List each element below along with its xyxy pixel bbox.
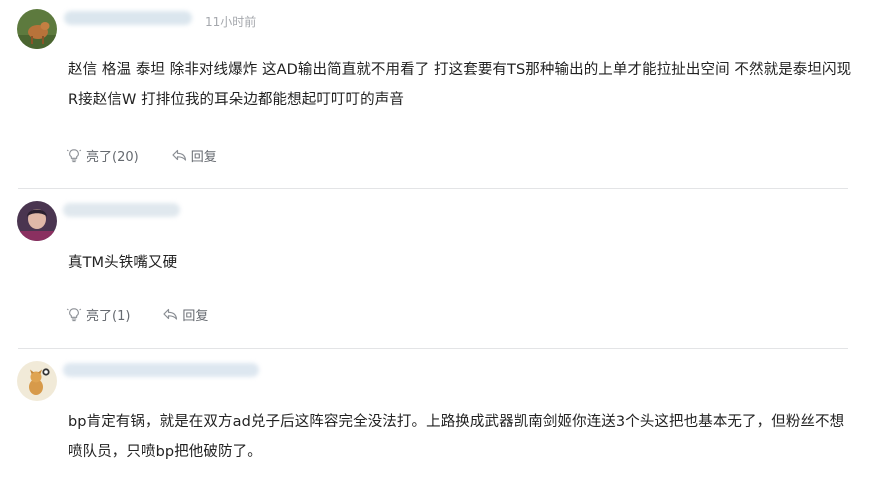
lightbulb-icon: [66, 306, 82, 322]
reply-button[interactable]: 回复: [171, 146, 217, 165]
avatar-image: [17, 201, 57, 241]
divider: [18, 348, 848, 349]
like-button[interactable]: 亮了(1): [66, 305, 130, 324]
like-button[interactable]: 亮了(20): [66, 146, 139, 165]
comment-list: 11小时前 赵信 格温 泰坦 除非对线爆炸 这AD输出简直就不用看了 打这套要有…: [0, 0, 873, 491]
comment-actions: 亮了(20) 回复: [66, 145, 249, 165]
username-blurred: [63, 363, 259, 377]
like-count-label: 亮了(20): [86, 149, 139, 165]
like-count-label: 亮了(1): [86, 308, 131, 324]
comment-text: 赵信 格温 泰坦 除非对线爆炸 这AD输出简直就不用看了 打这套要有TS那种输出…: [68, 62, 852, 108]
reply-label: 回复: [182, 308, 209, 324]
avatar[interactable]: [17, 361, 57, 401]
avatar[interactable]: [17, 9, 57, 49]
comment-actions: 亮了(1) 回复: [66, 304, 240, 324]
avatar-image: [17, 361, 57, 401]
reply-arrow-icon: [171, 147, 187, 163]
reply-arrow-icon: [162, 306, 178, 322]
username-blurred: [64, 11, 192, 25]
avatar-image: [17, 9, 57, 49]
reply-label: 回复: [190, 149, 217, 165]
lightbulb-icon: [66, 147, 82, 163]
avatar[interactable]: [17, 201, 57, 241]
comment-text: 真TM头铁嘴又硬: [68, 255, 178, 271]
timestamp: 11小时前: [205, 15, 257, 29]
divider: [18, 188, 848, 189]
username-blurred: [63, 203, 180, 217]
comment-text: bp肯定有锅，就是在双方ad兑子后这阵容完全没法打。上路换成武器凯南剑姬你连送3…: [68, 414, 845, 460]
reply-button[interactable]: 回复: [162, 305, 208, 324]
